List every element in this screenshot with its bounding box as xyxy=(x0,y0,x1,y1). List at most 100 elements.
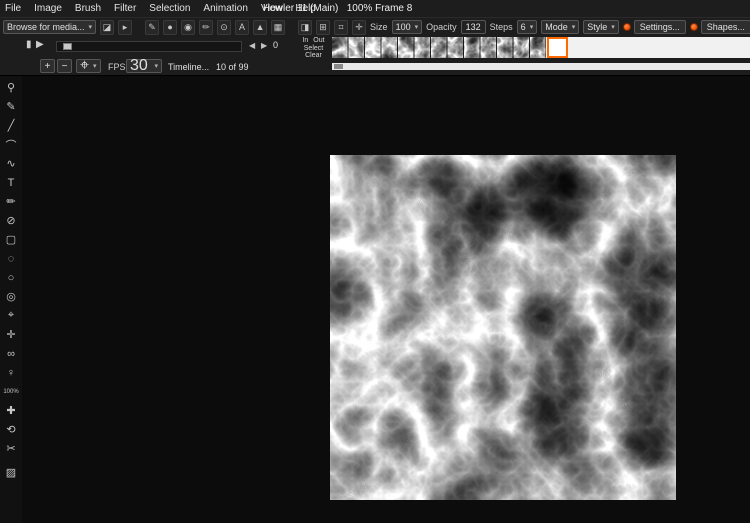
clip-start-icon[interactable]: ▮ xyxy=(26,39,32,50)
line-tool[interactable]: ╱ xyxy=(2,117,20,134)
tool-sidebar: ⚲ ✎ ╱ ⌒ ∿ T ✏ ⊘ ▢ ◌ ○ ◎ ⌖ ✛ ∞ ♀ 100% ✚ ⟲… xyxy=(0,76,22,523)
grid-icon[interactable]: ⌗ xyxy=(334,20,348,35)
lasso-tool[interactable]: ○ xyxy=(2,269,20,286)
chevron-down-icon: ▾ xyxy=(572,23,576,31)
position-slider[interactable] xyxy=(56,41,242,52)
round-brush-icon[interactable]: ● xyxy=(163,20,177,35)
mode-dropdown[interactable]: Mode ▾ xyxy=(541,20,579,34)
zoom-100-label: 100% xyxy=(3,389,18,395)
artwork-image[interactable] xyxy=(330,155,676,500)
out-button[interactable]: Out xyxy=(313,37,324,45)
add-frame-button[interactable]: + xyxy=(40,59,55,73)
marker-pin-icon: ⌖ xyxy=(80,57,89,75)
arc-tool[interactable]: ⌒ xyxy=(2,136,20,153)
menu-selection[interactable]: Selection xyxy=(149,3,190,14)
chevron-down-icon: ▾ xyxy=(89,23,93,31)
mirror-icon: ♀ xyxy=(7,367,15,379)
frame-next-button[interactable]: ▶ xyxy=(261,41,267,50)
pan-icon: ✛ xyxy=(6,328,15,341)
color-swatch[interactable]: ◪ xyxy=(100,20,114,35)
steps-dropdown[interactable]: 6 ▾ xyxy=(517,20,538,34)
curve-tool[interactable]: ∿ xyxy=(2,155,20,172)
move-icon[interactable]: ✛ xyxy=(352,20,366,35)
timeline-scrollbar[interactable] xyxy=(332,63,750,70)
opacity-value: 132 xyxy=(466,22,481,32)
polygon-icon[interactable]: ▲ xyxy=(253,20,267,35)
pin-tool[interactable]: ⚲ xyxy=(2,79,20,96)
shapes-button[interactable]: Shapes... xyxy=(701,20,750,34)
play-media-icon[interactable]: ▸ xyxy=(118,20,132,35)
main-toolbar: Browse for media... ▾ ◪ ▸ ✎ ● ◉ ✏ ⊙ A ▲ … xyxy=(0,17,750,36)
rect-select-tool[interactable]: ▢ xyxy=(2,231,20,248)
text-icon[interactable]: A xyxy=(235,20,249,35)
gradient-icon[interactable]: ◨ xyxy=(298,20,312,35)
undo-brush-tool[interactable]: ⟲ xyxy=(2,421,20,438)
steps-value: 6 xyxy=(521,22,526,32)
mirror-tool[interactable]: ♀ xyxy=(2,364,20,381)
pencil-icon[interactable]: ✏ xyxy=(199,20,213,35)
pen-icon[interactable]: ✎ xyxy=(145,20,159,35)
fps-value: 30 xyxy=(130,57,148,75)
play-button[interactable]: ▶ xyxy=(36,39,44,50)
size-dropdown[interactable]: 100 ▾ xyxy=(392,20,423,34)
browse-media-dropdown[interactable]: Browse for media... ▾ xyxy=(3,20,96,34)
rect-select-icon: ▢ xyxy=(6,233,16,246)
curve-icon: ∿ xyxy=(6,157,15,170)
pattern-icon[interactable]: ▦ xyxy=(271,20,285,35)
pen-tool[interactable]: ✏ xyxy=(2,193,20,210)
current-frame-marker[interactable] xyxy=(547,37,568,58)
fps-dropdown[interactable]: 30 ▾ xyxy=(126,59,162,73)
shapes-indicator-icon xyxy=(690,23,698,31)
cut-tool[interactable]: ✂ xyxy=(2,440,20,457)
size-value: 100 xyxy=(396,22,411,32)
filmstrip[interactable] xyxy=(332,37,750,58)
in-button[interactable]: In xyxy=(302,37,308,45)
marker-dropdown[interactable]: ⌖ ▾ xyxy=(76,59,101,73)
settings-button[interactable]: Settings... xyxy=(634,20,686,34)
undo-icon: ⟲ xyxy=(6,423,15,436)
zoom-tool[interactable]: ◎ xyxy=(2,288,20,305)
no-symbol-icon: ⊘ xyxy=(6,214,15,227)
airbrush-icon[interactable]: ⊙ xyxy=(217,20,231,35)
position-slider-handle[interactable] xyxy=(63,43,72,50)
select-button[interactable]: Select xyxy=(304,45,323,52)
gradient-tool[interactable]: ▨ xyxy=(2,464,20,481)
tile-icon[interactable]: ⊞ xyxy=(316,20,330,35)
in-out-controls: In Out Select Clear xyxy=(297,37,330,60)
steps-label: Steps xyxy=(490,22,513,32)
menu-filter[interactable]: Filter xyxy=(114,3,136,14)
timeline-scrollbar-thumb[interactable] xyxy=(334,64,343,69)
settings-indicator-icon xyxy=(623,23,631,31)
eyedropper-tool[interactable]: ⌖ xyxy=(2,307,20,324)
menu-brush[interactable]: Brush xyxy=(75,3,101,14)
link-tool[interactable]: ∞ xyxy=(2,345,20,362)
window-title: Howler 11 (Main) 100% Frame 8 xyxy=(263,3,412,14)
plasma-texture xyxy=(330,155,676,500)
chevron-down-icon: ▾ xyxy=(415,23,419,31)
menu-file[interactable]: File xyxy=(5,3,21,14)
clear-button[interactable]: Clear xyxy=(305,52,322,59)
zoom-100-button[interactable]: 100% xyxy=(2,383,20,400)
no-draw-tool[interactable]: ⊘ xyxy=(2,212,20,229)
scissors-icon: ✂ xyxy=(6,442,15,455)
size-label: Size xyxy=(370,22,388,32)
text-tool[interactable]: T xyxy=(2,174,20,191)
frame-prev-button[interactable]: ◀ xyxy=(249,41,255,50)
eye-icon[interactable]: ◉ xyxy=(181,20,195,35)
ellipse-select-tool[interactable]: ◌ xyxy=(2,250,20,267)
crosshair-icon: ✚ xyxy=(6,404,15,417)
timeline-button[interactable]: Timeline... xyxy=(168,62,209,72)
menu-image[interactable]: Image xyxy=(34,3,62,14)
pan-tool[interactable]: ✛ xyxy=(2,326,20,343)
magnifier-icon: ◎ xyxy=(6,290,16,303)
canvas-area[interactable] xyxy=(22,76,750,523)
text-icon: T xyxy=(8,177,15,189)
eyedropper-icon: ⌖ xyxy=(8,309,14,322)
menu-animation[interactable]: Animation xyxy=(203,3,247,14)
opacity-field[interactable]: 132 xyxy=(461,20,486,34)
style-dropdown[interactable]: Style ▾ xyxy=(583,20,619,34)
lasso-icon: ○ xyxy=(8,272,15,284)
remove-frame-button[interactable]: − xyxy=(57,59,72,73)
brush-tool[interactable]: ✎ xyxy=(2,98,20,115)
crosshair-tool[interactable]: ✚ xyxy=(2,402,20,419)
